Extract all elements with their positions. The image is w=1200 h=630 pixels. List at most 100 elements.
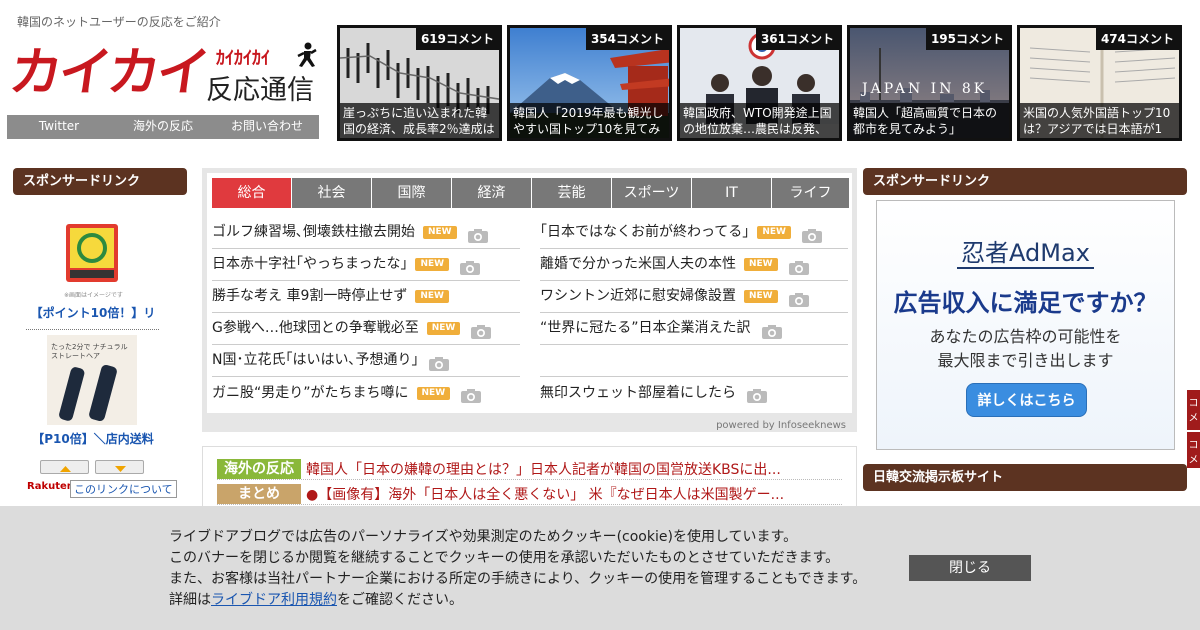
powered-by: powered by Infoseeknews xyxy=(716,420,846,431)
news-title[interactable]: ゴルフ練習場､倒壊鉄柱撤去開始 xyxy=(212,217,415,248)
news-item[interactable]: ガニ股“男走り”がたちまち噂に NEW xyxy=(212,377,520,409)
logo-sub-text: 反応通信 xyxy=(206,75,314,106)
news-item[interactable]: N国･立花氏｢はいはい､予想通り｣ xyxy=(212,345,520,377)
logo-main-text: カイカイ xyxy=(5,43,211,103)
news-title[interactable]: 日本赤十字社｢やっちまったな｣ xyxy=(212,249,407,280)
cookie-close-button[interactable]: 閉じる xyxy=(909,555,1031,581)
featured-article-card[interactable]: 354コメント 韓国人「2019年最も観光しやすい国トップ10を見てみ xyxy=(507,25,672,141)
news-item[interactable] xyxy=(540,345,848,377)
cookie-line: このバナーを閉じるか閲覧を継続することでクッキーの使用を承認いただいたものとさせ… xyxy=(169,550,840,566)
tab-society[interactable]: 社会 xyxy=(292,178,372,208)
antenna-link[interactable]: 韓国人「日本の嫌韓の理由とは？」日本人記者が韓国の国営放送KBSに出... xyxy=(306,459,781,479)
camera-icon xyxy=(801,225,823,243)
camera-icon xyxy=(788,257,810,275)
news-title[interactable]: ｢日本ではなくお前が終わってる｣ xyxy=(540,217,749,248)
product-link[interactable]: 【ポイント10倍！】リ xyxy=(30,304,156,321)
featured-thumbnails: 619コメント 崖っぷちに追い込まれた韓国の経済、成長率2％達成は絶 354コメ… xyxy=(337,25,1182,141)
news-item[interactable]: ゴルフ練習場､倒壊鉄柱撤去開始 NEW xyxy=(212,217,520,249)
edge-comment-tab[interactable]: コメ xyxy=(1187,432,1200,468)
terms-link[interactable]: ライブドア利用規約 xyxy=(211,592,337,608)
tab-general[interactable]: 総合 xyxy=(212,178,292,208)
news-title[interactable]: 離婚で分かった米国人夫の本性 xyxy=(540,249,736,280)
ad-body: あなたの広告枠の可能性を 最大限まで引き出します xyxy=(877,325,1174,373)
new-badge: NEW xyxy=(416,386,451,400)
product-image-text: たった2分で ナチュラルストレートヘア xyxy=(51,343,128,360)
featured-article-card[interactable]: 474コメント 米国の人気外国語トップ10は？アジアでは日本語が1 xyxy=(1017,25,1182,141)
right-sponsor-heading: スポンサードリンク xyxy=(863,168,1187,195)
tab-life[interactable]: ライフ xyxy=(772,178,850,208)
rakuten-logo: Rakuten xyxy=(27,481,74,492)
cookie-line: また、お客様は当社パートナー企業における所定の手続きにより、クッキーの使用を管理… xyxy=(169,571,867,587)
ad-body-line: 最大限まで引き出します xyxy=(937,351,1114,370)
camera-icon xyxy=(467,225,489,243)
antenna-row[interactable]: 海外の反応 韓国人「日本の嫌韓の理由とは？」日本人記者が韓国の国営放送KBSに出… xyxy=(217,458,842,480)
article-caption: 崖っぷちに追い込まれた韓国の経済、成長率2％達成は絶 xyxy=(340,103,499,138)
news-title[interactable]: ワシントン近郊に慰安婦像設置 xyxy=(540,281,736,312)
tab-international[interactable]: 国際 xyxy=(372,178,452,208)
tab-sports[interactable]: スポーツ xyxy=(612,178,692,208)
news-title[interactable]: 無印スウェット部屋着にしたら xyxy=(540,378,736,409)
cookie-line: ライブドアブログでは広告のパーソナライズや効果測定のためクッキー(cookie)… xyxy=(169,529,798,545)
triangle-down-icon xyxy=(115,466,126,472)
comment-count: 619コメント xyxy=(415,28,499,50)
news-title[interactable]: “世界に冠たる”日本企業消えた訳 xyxy=(540,313,751,344)
edge-comment-tab[interactable]: コメ xyxy=(1187,390,1200,430)
camera-icon xyxy=(460,385,482,403)
news-list-right: ｢日本ではなくお前が終わってる｣ NEW 離婚で分かった米国人夫の本性 NEW ワシント… xyxy=(540,217,848,409)
featured-article-card[interactable]: 361コメント 韓国政府、WTO開発途上国の地位放棄…農民は反発、政 xyxy=(677,25,842,141)
news-item[interactable]: “世界に冠たる”日本企業消えた訳 xyxy=(540,313,848,345)
featured-article-card[interactable]: JAPAN IN 8K 195コメント 韓国人「超高画質で日本の都市を見てみよう… xyxy=(847,25,1012,141)
top-nav: Twitter 海外の反応 お問い合わせ xyxy=(7,115,319,139)
thumb-overlay-text: JAPAN IN 8K xyxy=(860,81,987,97)
new-badge: NEW xyxy=(426,322,461,335)
ad-details-button[interactable]: 詳しくはこちら xyxy=(966,383,1087,417)
ad-brand-underline xyxy=(957,267,1094,269)
tab-entertainment[interactable]: 芸能 xyxy=(532,178,612,208)
nav-twitter-link[interactable]: Twitter xyxy=(7,115,111,139)
new-badge: NEW xyxy=(415,290,449,303)
scroll-down-button[interactable] xyxy=(95,460,144,474)
news-item[interactable]: 無印スウェット部屋着にしたら xyxy=(540,377,848,409)
antenna-row[interactable]: まとめ ●【画像有】海外「日本人は全く悪くない」 米『なぜ日本人は米国製ゲー..… xyxy=(217,483,842,505)
camera-icon xyxy=(470,321,492,339)
comment-count: 354コメント xyxy=(585,28,669,50)
news-title[interactable]: 勝手な考え 車9割一時停止せず xyxy=(212,281,407,312)
news-list-left: ゴルフ練習場､倒壊鉄柱撤去開始 NEW 日本赤十字社｢やっちまったな｣ NEW 勝手な考… xyxy=(212,217,520,409)
article-caption: 韓国人「超高画質で日本の都市を見てみよう」 xyxy=(850,103,1009,138)
camera-icon xyxy=(428,353,450,371)
article-caption: 韓国人「2019年最も観光しやすい国トップ10を見てみ xyxy=(510,103,669,138)
antenna-link[interactable]: ●【画像有】海外「日本人は全く悪くない」 米『なぜ日本人は米国製ゲー... xyxy=(306,484,784,504)
news-title[interactable]: ガニ股“男走り”がたちまち噂に xyxy=(212,378,409,409)
news-panel: 総合 社会 国際 経済 芸能 スポーツ IT ライフ ゴルフ練習場､倒壊鉄柱撤去… xyxy=(202,168,857,432)
new-badge: NEW xyxy=(423,226,457,239)
site-logo[interactable]: カイカイ ｶｲｶｲｶｲ 反応通信 xyxy=(6,42,320,108)
about-link[interactable]: このリンクについて xyxy=(70,480,177,498)
camera-icon xyxy=(746,385,768,403)
news-title[interactable]: N国･立花氏｢はいはい､予想通り｣ xyxy=(212,345,418,376)
news-item[interactable]: 日本赤十字社｢やっちまったな｣ NEW xyxy=(212,249,520,281)
nav-contact-link[interactable]: お問い合わせ xyxy=(215,115,319,139)
tab-economy[interactable]: 経済 xyxy=(452,178,532,208)
ad-headline: 広告収入に満足ですか？ xyxy=(893,289,1158,317)
featured-article-card[interactable]: 619コメント 崖っぷちに追い込まれた韓国の経済、成長率2％達成は絶 xyxy=(337,25,502,141)
news-item[interactable]: ワシントン近郊に慰安婦像設置 NEW xyxy=(540,281,848,313)
product-image-game[interactable] xyxy=(62,218,122,288)
tab-it[interactable]: IT xyxy=(692,178,772,208)
product-link[interactable]: 【P10倍】＼店内送料 xyxy=(30,430,156,447)
news-item[interactable]: G参戦へ…他球団との争奪戦必至 NEW xyxy=(212,313,520,345)
new-badge: NEW xyxy=(757,226,791,239)
ad-brand: 忍者AdMax xyxy=(961,239,1090,267)
comment-count: 195コメント xyxy=(925,28,1009,50)
camera-icon xyxy=(459,257,481,275)
news-item[interactable]: 離婚で分かった米国人夫の本性 NEW xyxy=(540,249,848,281)
cookie-text: ライブドアブログでは広告のパーソナライズや効果測定のためクッキー(cookie)… xyxy=(169,527,866,611)
news-item[interactable]: ｢日本ではなくお前が終わってる｣ NEW xyxy=(540,217,848,249)
admax-ad[interactable]: 忍者AdMax 広告収入に満足ですか？ あなたの広告枠の可能性を 最大限まで引き… xyxy=(876,200,1175,450)
scroll-up-button[interactable] xyxy=(40,460,89,474)
news-title[interactable]: G参戦へ…他球団との争奪戦必至 xyxy=(212,313,419,344)
product-image-hairbrush[interactable]: たった2分で ナチュラルストレートヘア xyxy=(47,335,137,425)
nav-overseas-link[interactable]: 海外の反応 xyxy=(111,115,215,139)
news-item[interactable]: 勝手な考え 車9割一時停止せず NEW xyxy=(212,281,520,313)
site-tagline: 韓国のネットユーザーの反応をご紹介 xyxy=(17,15,221,29)
article-caption: 韓国政府、WTO開発途上国の地位放棄…農民は反発、政 xyxy=(680,103,839,138)
